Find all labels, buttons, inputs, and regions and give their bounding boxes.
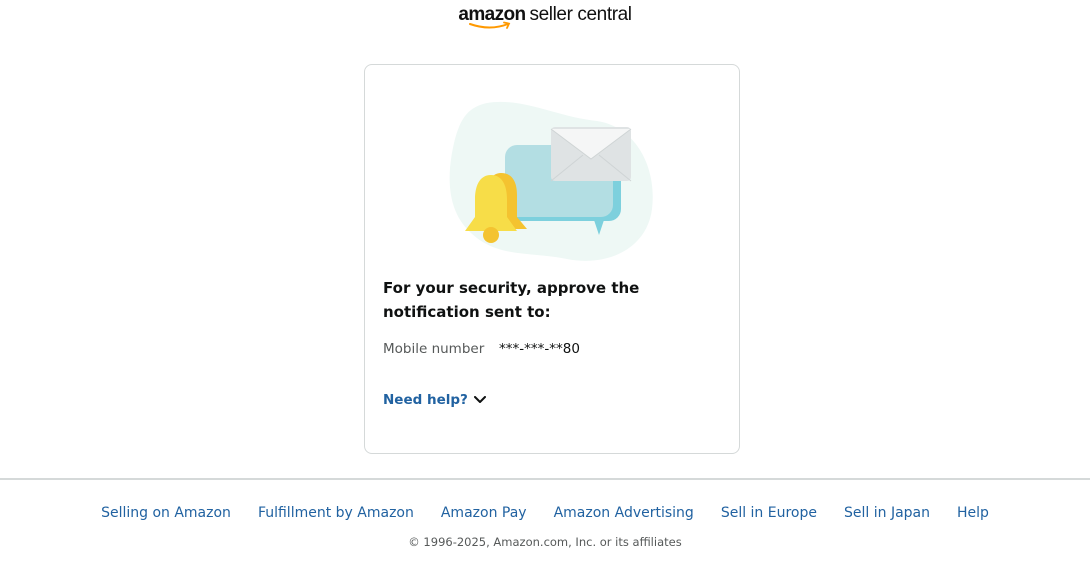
amazon-seller-central-logo[interactable]: amazon seller central (458, 4, 633, 32)
logo-seller-central-text: seller central (529, 4, 633, 25)
need-help-toggle[interactable]: Need help? (383, 392, 486, 408)
footer-link-selling-on-amazon[interactable]: Selling on Amazon (88, 505, 245, 521)
need-help-label: Need help? (383, 392, 468, 408)
chevron-down-icon (473, 396, 486, 403)
footer-link-amazon-pay[interactable]: Amazon Pay (427, 505, 540, 521)
header: amazon seller central (0, 4, 1090, 32)
copyright-text: © 1996-2025, Amazon.com, Inc. or its aff… (408, 535, 682, 549)
amazon-smile-icon (469, 21, 511, 29)
footer-divider (0, 478, 1090, 480)
footer-link-sell-in-europe[interactable]: Sell in Europe (707, 505, 830, 521)
footer-link-amazon-advertising[interactable]: Amazon Advertising (540, 505, 707, 521)
mobile-number-value: ***-***-**80 (499, 341, 580, 357)
footer-link-sell-in-japan[interactable]: Sell in Japan (831, 505, 944, 521)
mobile-number-label: Mobile number (383, 341, 485, 357)
notification-bell-message-icon (449, 101, 653, 261)
security-title: For your security, approve the notificat… (383, 279, 640, 321)
verification-card: For your security, approve the notificat… (364, 64, 740, 454)
footer-link-help[interactable]: Help (944, 505, 1003, 521)
footer-link-fulfillment-by-amazon[interactable]: Fulfillment by Amazon (244, 505, 427, 521)
footer-links: Selling on Amazon Fulfillment by Amazon … (0, 505, 1090, 521)
mobile-number-row: Mobile number ***-***-**80 (383, 341, 580, 357)
